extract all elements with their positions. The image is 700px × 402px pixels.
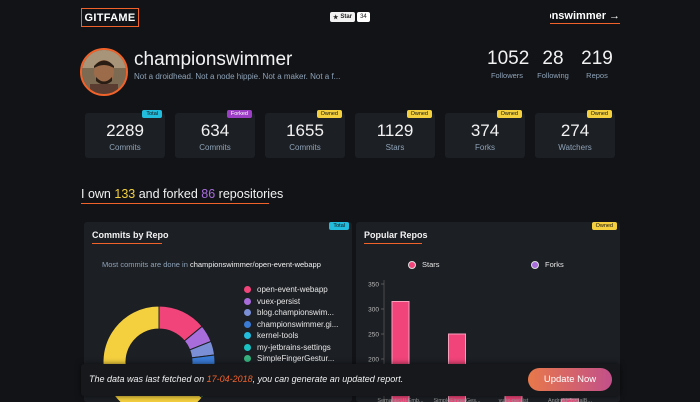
repo-summary-prefix: I own [81,187,111,201]
stat-value: 634 [200,121,230,140]
legend-label: SimpleFingerGestur... [257,354,335,364]
followers-label: Followers [490,71,524,80]
stat-value: 1655 [286,121,324,140]
badge-owned: Owned [586,110,612,118]
repo-summary: I own 133 and forked 86 repositories [81,187,283,201]
stat-card-stars: Owned 1129 Stars [355,110,435,158]
data-fetched-toast: The data was last fetched on 17-04-2018,… [81,364,620,396]
badge-owned: Owned [406,110,432,118]
x-tick-label: SemanticUI-Emb... [377,398,424,402]
legend-label: my-jetbrains-settings [257,342,331,352]
stat-label: Watchers [558,143,592,152]
stat-value: 274 [560,121,590,140]
x-tick-label: vuex-persist [499,398,529,402]
legend-item[interactable]: vuex-persist [244,296,344,308]
stat-label: Commits [109,143,141,152]
stat-value: 1129 [376,121,414,140]
user-link-underline [550,23,620,24]
panel-title: Commits by Repo [92,230,169,240]
legend-item[interactable]: championswimmer.gi... [244,319,344,331]
star-button[interactable]: ★ Star [330,12,356,22]
stat-label: Stars [385,143,405,152]
y-tick-label: 250 [368,332,379,339]
legend-label: kernel-tools [257,331,299,341]
user-link[interactable]: championswimmer → [550,8,620,24]
stat-label: Forks [475,143,495,152]
stat-card-total-commits: Total 2289 Commits [85,110,165,158]
user-link-text: championswimmer [550,10,606,22]
github-star-widget[interactable]: ★ Star 34 [330,12,370,22]
profile-username: championswimmer [134,49,293,70]
badge-forked: Forked [226,110,252,118]
y-tick-label: 300 [368,307,379,314]
repos-label: Repos [586,71,608,80]
stat-value: 2289 [106,121,144,140]
toast-text-after: , you can generate an updated report. [252,374,404,384]
stat-label: Commits [289,143,321,152]
star-count: 34 [357,12,370,22]
badge-owned: Owned [316,110,342,118]
legend-dot [244,332,251,340]
legend-dot [244,355,251,363]
stat-card-owned-commits: Owned 1655 Commits [265,110,345,158]
legend-label: blog.championswim... [257,308,334,318]
badge-total: Total [142,110,162,118]
repos-stat: 219 Repos [580,48,614,80]
stat-card-forked-commits: Forked 634 Commits [175,110,255,158]
followers-count: 1052 [487,48,530,69]
y-tick-label: 200 [368,357,379,364]
legend-item[interactable]: my-jetbrains-settings [244,342,344,354]
legend-item[interactable]: open-event-webapp [244,284,344,296]
toast-text-before: The data was last fetched on [89,374,205,384]
repos-count: 219 [581,48,613,69]
stat-value: 374 [470,121,500,140]
gitfame-logo[interactable]: GITFAME [81,8,139,27]
legend-dot [244,309,251,317]
repo-summary-underline [81,203,269,204]
most-commits-text: Most commits are done in championswimmer… [102,260,321,269]
legend-dot [244,286,251,294]
following-label: Following [537,71,569,80]
most-commits-repo: championswimmer/open-event-webapp [189,260,321,269]
donut-legend: open-event-webapp vuex-persist blog.champi… [244,284,344,376]
update-now-button[interactable]: Update Now [528,368,612,391]
legend-label: championswimmer.gi... [257,319,339,329]
following-stat: 28 Following [535,48,571,80]
avatar [80,48,128,96]
star-icon: ★ [333,14,339,21]
most-commits-prefix: Most commits are done in [102,260,188,269]
followers-stat: 1052 Followers [487,48,530,80]
toast-message: The data was last fetched on 17-04-2018,… [89,374,403,384]
stat-card-forks: Owned 374 Forks [445,110,525,158]
legend-item[interactable]: SimpleFingerGestur... [244,353,344,365]
legend-dot [244,297,251,305]
badge-total: Total [329,222,349,230]
legend-dot [244,320,251,328]
x-tick-label: SimpleFingerGes... [433,398,481,402]
repo-summary-middle: and forked [138,187,198,201]
star-label: Star [340,14,353,20]
legend-item[interactable]: kernel-tools [244,330,344,342]
avatar-image [82,50,126,94]
repo-summary-suffix: repositories [218,187,284,201]
stat-card-watchers: Owned 274 Watchers [535,110,615,158]
legend-item[interactable]: blog.championswim... [244,307,344,319]
following-count: 28 [542,48,564,69]
legend-label: vuex-persist [257,296,301,306]
legend-label: open-event-webapp [257,285,328,295]
panel-title-underline [92,243,162,244]
owned-repo-count: 133 [114,187,136,201]
arrow-right-icon: → [609,10,620,22]
legend-dot [244,343,251,351]
stat-label: Commits [199,143,231,152]
y-tick-label: 350 [368,282,379,289]
badge-owned: Owned [496,110,522,118]
forked-repo-count: 86 [201,187,216,201]
profile-bio: Not a droidhead. Not a node hippie. Not … [134,72,341,81]
x-tick-label: Android-SocialB... [548,398,592,402]
toast-date: 17-04-2018 [206,374,253,384]
